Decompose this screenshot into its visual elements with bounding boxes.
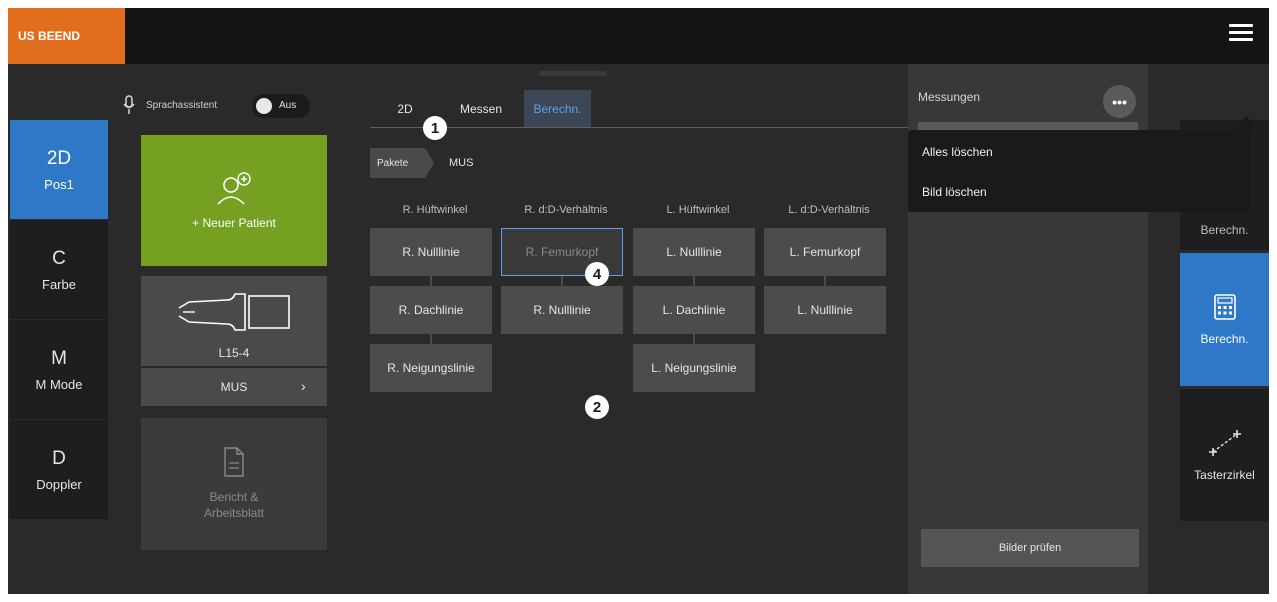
mode-color-sub: Farbe bbox=[42, 276, 76, 292]
new-patient-button[interactable]: + Neuer Patient bbox=[141, 135, 327, 266]
tab-2d[interactable]: 2D bbox=[385, 90, 425, 128]
caliper-icon bbox=[1208, 430, 1241, 456]
mode-m-title: M bbox=[51, 347, 67, 369]
ultrasound-screen: US BEEND 2D Pos1 C Farbe M M Mode D Dopp… bbox=[8, 8, 1269, 594]
measure-r-nulllinie[interactable]: R. Nulllinie bbox=[370, 228, 492, 276]
column-header-r-dd-ratio: R. d:D-Verhältnis bbox=[524, 204, 608, 216]
drag-handle[interactable] bbox=[539, 71, 607, 76]
measure-r-neigungslinie[interactable]: R. Neigungslinie bbox=[370, 344, 492, 392]
tool-calculation-label: Berechn. bbox=[1200, 331, 1249, 346]
linear-probe-icon bbox=[178, 293, 290, 331]
callout-4: 4 bbox=[585, 262, 609, 286]
breadcrumb-pakete[interactable]: Pakete bbox=[370, 148, 434, 178]
voice-assistant-toggle[interactable]: Aus bbox=[252, 94, 310, 118]
mode-color-title: C bbox=[52, 247, 66, 269]
mode-doppler[interactable]: D Doppler bbox=[10, 420, 108, 519]
callout-1: 1 bbox=[423, 116, 447, 140]
column-header-l-dd-ratio: L. d:D-Verhältnis bbox=[788, 204, 870, 216]
microphone-icon bbox=[123, 95, 135, 114]
measure-r-nulllinie-2[interactable]: R. Nulllinie bbox=[501, 286, 623, 334]
top-bar: US BEEND bbox=[8, 8, 1269, 64]
preset-selector[interactable]: MUS › bbox=[141, 368, 327, 406]
calculator-icon bbox=[1213, 293, 1236, 320]
add-patient-icon bbox=[217, 171, 251, 205]
tool-calculation[interactable]: Berechn. bbox=[1180, 253, 1269, 386]
mode-2d-title: 2D bbox=[46, 147, 72, 169]
mode-m[interactable]: M M Mode bbox=[10, 320, 108, 419]
menu-item-delete-image[interactable]: Bild löschen bbox=[922, 185, 987, 199]
callout-2: 2 bbox=[585, 395, 609, 419]
more-options-menu: Alles löschen Bild löschen bbox=[908, 130, 1251, 212]
menu-item-clear-all[interactable]: Alles löschen bbox=[922, 145, 993, 159]
toggle-knob bbox=[256, 98, 272, 114]
probe-name: L15-4 bbox=[218, 346, 250, 360]
measure-l-nulllinie[interactable]: L. Nulllinie bbox=[633, 228, 755, 276]
chevron-right-icon: › bbox=[301, 378, 306, 394]
end-exam-button[interactable]: US BEEND bbox=[8, 8, 125, 64]
measure-l-nulllinie[interactable]: L. Nulllinie bbox=[764, 286, 886, 334]
mode-doppler-sub: Doppler bbox=[36, 476, 82, 492]
tab-messen[interactable]: Messen bbox=[448, 90, 514, 128]
voice-assistant-label: Sprachassistent bbox=[146, 100, 218, 111]
mode-2d-sub: Pos1 bbox=[44, 176, 74, 192]
review-images-button[interactable]: Bilder prüfen bbox=[921, 529, 1139, 567]
mode-2d[interactable]: 2D Pos1 bbox=[10, 120, 108, 219]
tab-divider bbox=[370, 127, 910, 128]
tab-berechn[interactable]: Berechn. bbox=[524, 90, 591, 128]
report-label-1: Bericht & bbox=[209, 490, 259, 504]
dropdown-caret bbox=[1234, 116, 1258, 130]
mode-m-sub: M Mode bbox=[35, 376, 83, 392]
tool-caliper-label: Tasterzirkel bbox=[1194, 468, 1255, 482]
report-label-2: Arbeitsblatt bbox=[203, 506, 265, 520]
measure-l-neigungslinie[interactable]: L. Neigungslinie bbox=[633, 344, 755, 392]
column-header-l-hip-angle: L. Hüftwinkel bbox=[666, 204, 730, 216]
column-header-r-hip-angle: R. Hüftwinkel bbox=[402, 204, 468, 216]
more-options-button[interactable]: ••• bbox=[1103, 85, 1136, 118]
document-icon bbox=[224, 447, 244, 477]
mode-doppler-title: D bbox=[52, 447, 66, 469]
tool-berechn-partial-label: Berechn. bbox=[1200, 223, 1249, 237]
voice-assistant-row: Sprachassistent Aus bbox=[122, 94, 322, 118]
new-patient-label: + Neuer Patient bbox=[192, 215, 276, 230]
measure-l-dachlinie[interactable]: L. Dachlinie bbox=[633, 286, 755, 334]
measure-l-femurkopf[interactable]: L. Femurkopf bbox=[764, 228, 886, 276]
measure-r-dachlinie[interactable]: R. Dachlinie bbox=[370, 286, 492, 334]
mode-color[interactable]: C Farbe bbox=[10, 220, 108, 319]
hamburger-icon[interactable] bbox=[1229, 24, 1253, 46]
toggle-state-label: Aus bbox=[279, 100, 297, 111]
breadcrumb-mus: MUS bbox=[449, 157, 474, 169]
preset-label: MUS bbox=[220, 380, 248, 394]
report-worksheet-button[interactable]: Bericht & Arbeitsblatt bbox=[141, 418, 327, 550]
measurements-title: Messungen bbox=[918, 90, 981, 104]
probe-selector[interactable]: L15-4 bbox=[141, 276, 327, 366]
tool-caliper[interactable]: Tasterzirkel bbox=[1180, 389, 1269, 521]
